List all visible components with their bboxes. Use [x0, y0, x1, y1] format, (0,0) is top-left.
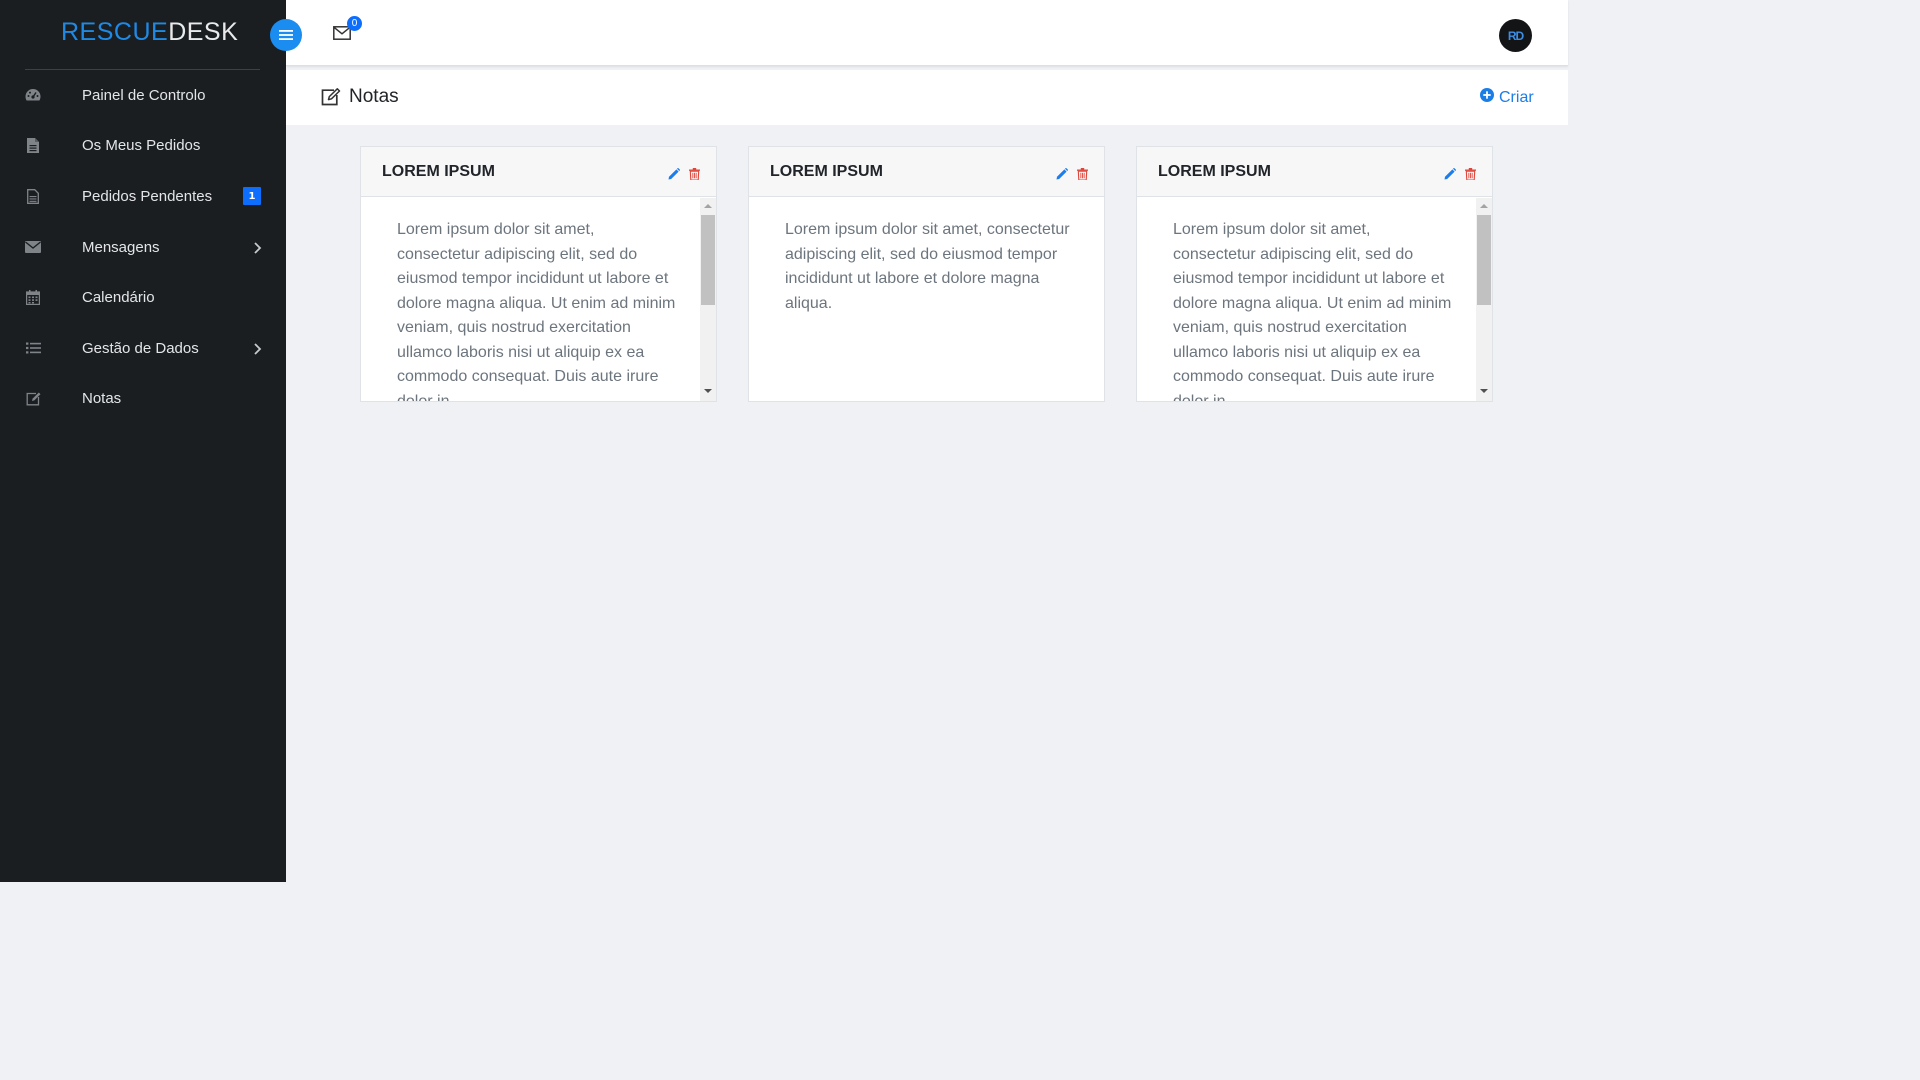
scroll-thumb[interactable]: [701, 215, 715, 305]
app-logo[interactable]: RESCUEDESK: [61, 18, 238, 47]
file-icon: [25, 138, 41, 154]
logo-part-rescue: RESCUE: [61, 18, 169, 46]
sidebar-item-os-meus-pedidos[interactable]: Os Meus Pedidos: [0, 121, 286, 172]
trash-icon[interactable]: [689, 165, 700, 181]
sidebar-item-label: Pedidos Pendentes: [82, 187, 213, 205]
note-text: Lorem ipsum dolor sit amet, consectetur …: [1173, 221, 1452, 401]
note-card-header: LOREM IPSUM: [1137, 147, 1492, 197]
user-avatar[interactable]: RD: [1499, 19, 1532, 52]
note-scrollbar[interactable]: [700, 198, 716, 401]
chevron-right-icon: [252, 240, 262, 254]
sidebar-item-label: Notas: [82, 390, 122, 408]
logo-part-desk: DESK: [168, 18, 239, 46]
trash-icon[interactable]: [1465, 165, 1476, 181]
note-title: LOREM IPSUM: [1158, 163, 1271, 180]
note-card: LOREM IPSUM Lorem ipsum dolor sit amet, …: [1136, 146, 1493, 402]
note-card: LOREM IPSUM Lorem ipsum dolor sit amet, …: [360, 146, 717, 402]
note-scrollbar[interactable]: [1476, 198, 1492, 401]
sidebar-item-label: Gestão de Dados: [82, 339, 199, 357]
sidebar-item-label: Painel de Controlo: [82, 86, 206, 104]
note-title: LOREM IPSUM: [382, 163, 495, 180]
sidebar-item-mensagens[interactable]: Mensagens: [0, 222, 286, 273]
note-title: LOREM IPSUM: [770, 163, 883, 180]
trash-icon[interactable]: [1077, 165, 1088, 181]
note-card-body[interactable]: Lorem ipsum dolor sit amet, consectetur …: [361, 198, 716, 401]
sidebar-item-label: Mensagens: [82, 238, 160, 256]
page-header: [286, 70, 1568, 125]
note-card-header: LOREM IPSUM: [749, 147, 1104, 197]
create-note-button[interactable]: Criar: [1480, 88, 1534, 107]
note-text: Lorem ipsum dolor sit amet, consectetur …: [785, 221, 1070, 312]
dashboard-icon: [25, 87, 41, 103]
note-card-body[interactable]: Lorem ipsum dolor sit amet, consectetur …: [749, 198, 1104, 401]
scroll-up-arrow[interactable]: [704, 204, 712, 208]
pencil-icon[interactable]: [668, 165, 681, 180]
scroll-up-arrow[interactable]: [1480, 204, 1488, 208]
mail-count-badge: 0: [347, 16, 362, 31]
edit-icon: [321, 88, 341, 106]
sidebar-item-gestao-de-dados[interactable]: Gestão de Dados: [0, 323, 286, 374]
calendar-icon: [25, 290, 41, 306]
note-text: Lorem ipsum dolor sit amet, consectetur …: [397, 221, 676, 401]
note-card: LOREM IPSUM Lorem ipsum dolor sit amet, …: [748, 146, 1105, 402]
page-title: Notas: [349, 86, 399, 107]
note-card-body[interactable]: Lorem ipsum dolor sit amet, consectetur …: [1137, 198, 1492, 401]
sidebar-item-pedidos-pendentes[interactable]: Pedidos Pendentes 1: [0, 171, 286, 222]
create-label: Criar: [1499, 88, 1534, 106]
sidebar-item-notas[interactable]: Notas: [0, 374, 286, 425]
sidebar-toggle-button[interactable]: [270, 19, 302, 51]
topbar: [286, 0, 1568, 66]
pending-count-badge: 1: [243, 187, 261, 206]
pencil-icon[interactable]: [1056, 165, 1069, 180]
scroll-down-arrow[interactable]: [1480, 389, 1488, 393]
avatar-initials: RD: [1507, 28, 1524, 43]
edit-icon: [25, 391, 41, 407]
menu-icon: [279, 26, 293, 45]
plus-circle-icon: [1480, 88, 1494, 107]
envelope-icon: [25, 239, 41, 255]
scroll-thumb[interactable]: [1477, 215, 1491, 305]
sidebar-nav: Painel de Controlo Os Meus Pedidos Pedid…: [0, 70, 286, 424]
sidebar-item-calendario[interactable]: Calendário: [0, 272, 286, 323]
scroll-down-arrow[interactable]: [704, 389, 712, 393]
file-outline-icon: [25, 188, 41, 204]
sidebar: RESCUEDESK Painel de Controlo Os Meus Pe…: [0, 0, 286, 882]
sidebar-item-label: Calendário: [82, 289, 155, 307]
note-card-header: LOREM IPSUM: [361, 147, 716, 197]
list-icon: [25, 340, 41, 356]
pencil-icon[interactable]: [1444, 165, 1457, 180]
sidebar-item-label: Os Meus Pedidos: [82, 137, 201, 155]
sidebar-item-painel-de-controlo[interactable]: Painel de Controlo: [0, 70, 286, 121]
chevron-right-icon: [252, 341, 262, 355]
